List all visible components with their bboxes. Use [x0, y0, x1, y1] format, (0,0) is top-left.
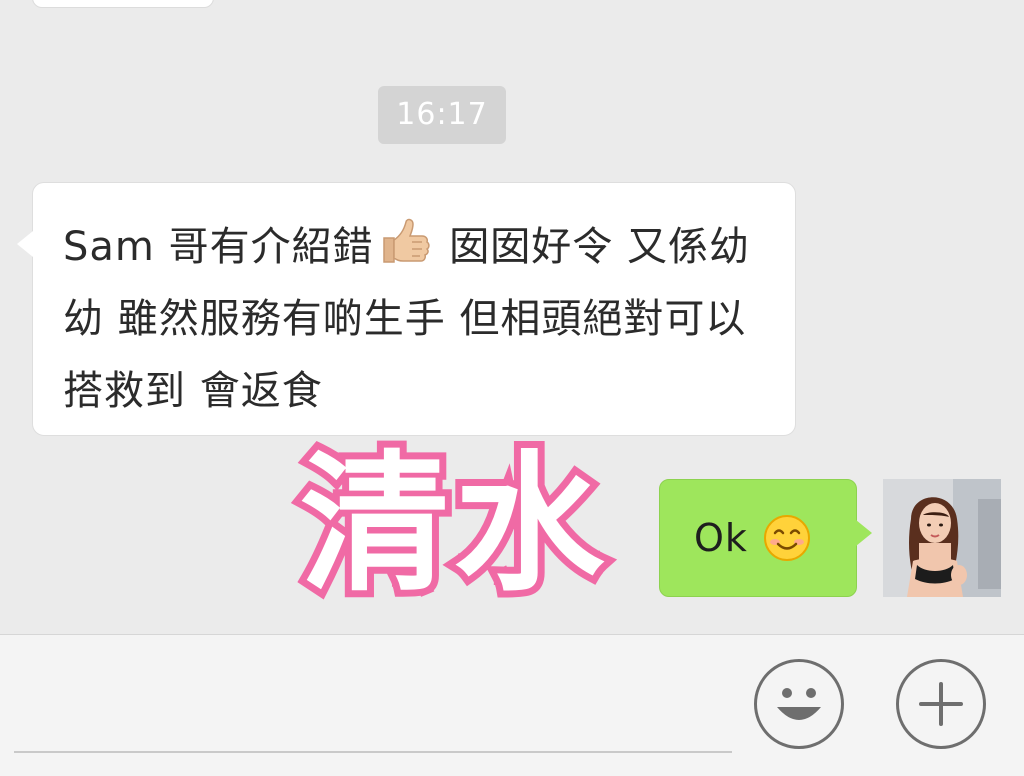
message-input[interactable] [14, 665, 732, 753]
incoming-message-text-part-1: Sam 哥有介紹錯 [63, 224, 374, 270]
incoming-message-text: Sam 哥有介紹錯 囡囡好令 又係幼幼 雖然服務有啲生手 但相頭絕對可以搭救到 … [63, 211, 765, 427]
plus-icon [919, 682, 963, 726]
thumbs-up-icon [376, 212, 432, 268]
outgoing-message-text: Ok [694, 516, 748, 560]
watermark-text: 清水 [293, 433, 611, 617]
incoming-message-bubble[interactable]: Sam 哥有介紹錯 囡囡好令 又係幼幼 雖然服務有啲生手 但相頭絕對可以搭救到 … [17, 182, 796, 436]
input-bar [0, 634, 1024, 776]
chat-timestamp: 16:17 [378, 86, 506, 144]
smiling-face-icon [762, 513, 812, 563]
outgoing-message-bubble[interactable]: Ok [659, 479, 872, 597]
more-options-button[interactable] [896, 659, 986, 749]
avatar[interactable] [883, 479, 1001, 597]
emoji-icon [777, 688, 821, 720]
previous-message-bubble [32, 0, 214, 8]
emoji-button[interactable] [754, 659, 844, 749]
